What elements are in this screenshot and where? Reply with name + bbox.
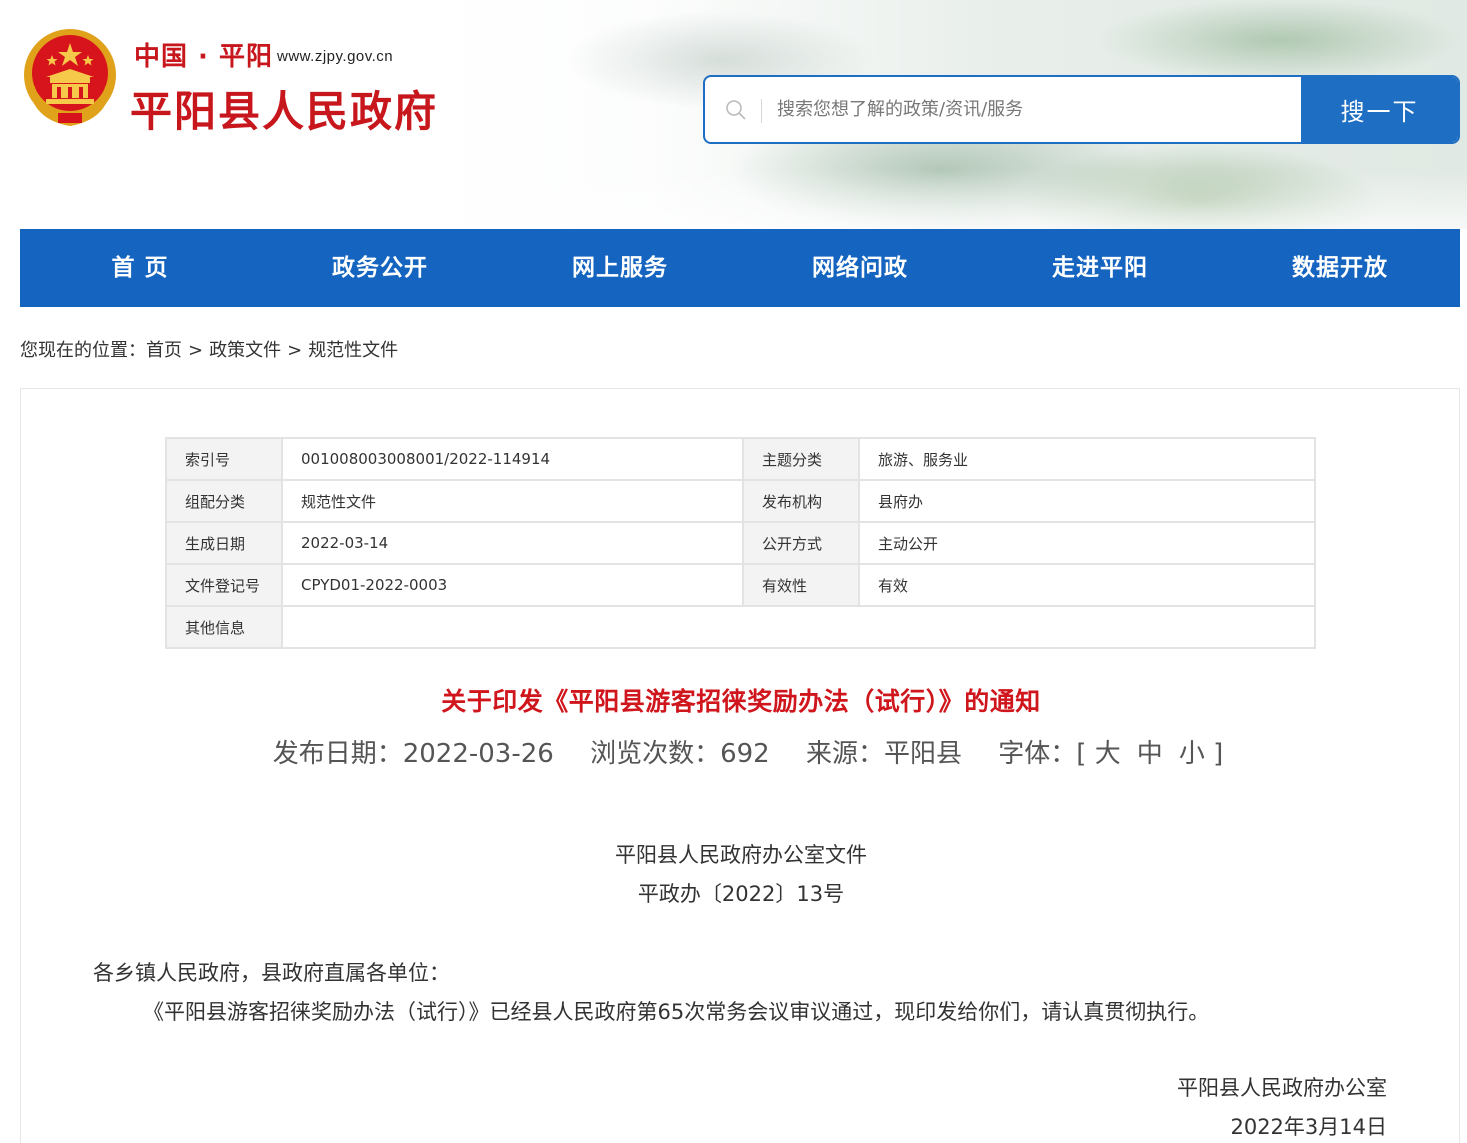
breadcrumb-item-policy-files[interactable]: 政策文件 — [209, 336, 281, 362]
meta-value: 县府办 — [858, 479, 1316, 523]
breadcrumb: 您现在的位置：首页 > 政策文件 > 规范性文件 — [20, 336, 398, 362]
article-info-bar: 发布日期：2022-03-26 浏览次数：692 来源：平阳县 字体：[ 大 中… — [21, 733, 1461, 770]
meta-key: 文件登记号 — [165, 563, 283, 607]
site-title[interactable]: 平阳县人民政府 — [130, 78, 438, 139]
brand-url: www.zjpy.gov.cn — [277, 48, 394, 65]
meta-key: 索引号 — [165, 437, 283, 481]
font-medium-button[interactable]: 中 — [1137, 739, 1163, 769]
search-box: 搜一下 — [703, 75, 1460, 144]
font-small-button[interactable]: 小 — [1179, 739, 1205, 769]
document-meta-table: 索引号 001008003008001/2022-114914 主题分类 旅游、… — [165, 437, 1316, 649]
meta-value: 有效 — [858, 563, 1316, 607]
font-size-label: 字体：[ — [998, 739, 1087, 769]
nav-item-online-services[interactable]: 网上服务 — [500, 229, 740, 307]
document-number: 平政办〔2022〕13号 — [637, 882, 845, 906]
meta-key: 公开方式 — [742, 521, 860, 565]
breadcrumb-separator: > — [188, 340, 204, 361]
meta-key: 主题分类 — [742, 437, 860, 481]
breadcrumb-item-normative-files[interactable]: 规范性文件 — [308, 336, 398, 362]
breadcrumb-prefix: 您现在的位置： — [20, 340, 146, 361]
search-button[interactable]: 搜一下 — [1301, 77, 1458, 142]
view-count: 浏览次数：692 — [590, 739, 770, 769]
font-large-button[interactable]: 大 — [1095, 739, 1121, 769]
brand-region-label: 中国 · 平阳 — [134, 42, 273, 72]
table-row: 组配分类 规范性文件 发布机构 县府办 — [165, 479, 1316, 523]
meta-value — [281, 605, 1316, 649]
article-sign-date: 2022年3月14日 — [1230, 1115, 1387, 1139]
document-header: 平阳县人民政府办公室文件 — [615, 843, 867, 867]
meta-key: 发布机构 — [742, 479, 860, 523]
search-input[interactable] — [777, 77, 1297, 142]
font-size-close: ] — [1213, 739, 1224, 769]
site-header: 中国 · 平阳 www.zjpy.gov.cn 平阳县人民政府 搜一下 — [0, 0, 1467, 229]
table-row: 文件登记号 CPYD01-2022-0003 有效性 有效 — [165, 563, 1316, 607]
article-container: 索引号 001008003008001/2022-114914 主题分类 旅游、… — [20, 388, 1460, 1143]
national-emblem-icon — [24, 29, 116, 127]
nav-item-open-data[interactable]: 数据开放 — [1220, 229, 1460, 307]
article-source: 来源：平阳县 — [805, 739, 962, 769]
breadcrumb-item-home[interactable]: 首页 — [146, 336, 182, 362]
meta-value: CPYD01-2022-0003 — [281, 563, 744, 607]
table-row: 索引号 001008003008001/2022-114914 主题分类 旅游、… — [165, 437, 1316, 481]
table-row: 其他信息 — [165, 605, 1316, 649]
publish-date: 发布日期：2022-03-26 — [272, 739, 554, 769]
nav-item-online-inquiry[interactable]: 网络问政 — [740, 229, 980, 307]
meta-value: 规范性文件 — [281, 479, 744, 523]
nav-item-about-pingyang[interactable]: 走进平阳 — [980, 229, 1220, 307]
meta-value: 旅游、服务业 — [858, 437, 1316, 481]
article-title: 关于印发《平阳县游客招徕奖励办法（试行）》的通知 — [441, 687, 1041, 716]
search-divider — [761, 99, 762, 123]
meta-value: 2022-03-14 — [281, 521, 744, 565]
table-row: 生成日期 2022-03-14 公开方式 主动公开 — [165, 521, 1316, 565]
meta-key: 有效性 — [742, 563, 860, 607]
nav-item-home[interactable]: 首 页 — [20, 229, 260, 307]
article-signer: 平阳县人民政府办公室 — [1177, 1076, 1387, 1100]
font-size-switcher: 字体：[ 大 中 小 ] — [998, 739, 1223, 769]
meta-key: 组配分类 — [165, 479, 283, 523]
meta-value: 主动公开 — [858, 521, 1316, 565]
main-nav: 首 页 政务公开 网上服务 网络问政 走进平阳 数据开放 — [20, 229, 1460, 307]
search-icon — [726, 100, 746, 120]
meta-value: 001008003008001/2022-114914 — [281, 437, 744, 481]
meta-key: 其他信息 — [165, 605, 283, 649]
article-greeting: 各乡镇人民政府，县政府直属各单位： — [93, 961, 450, 985]
meta-key: 生成日期 — [165, 521, 283, 565]
nav-item-gov-affairs[interactable]: 政务公开 — [260, 229, 500, 307]
breadcrumb-separator: > — [287, 340, 303, 361]
article-body: 《平阳县游客招徕奖励办法（试行）》已经县人民政府第65次常务会议审议通过，现印发… — [143, 1000, 1210, 1024]
